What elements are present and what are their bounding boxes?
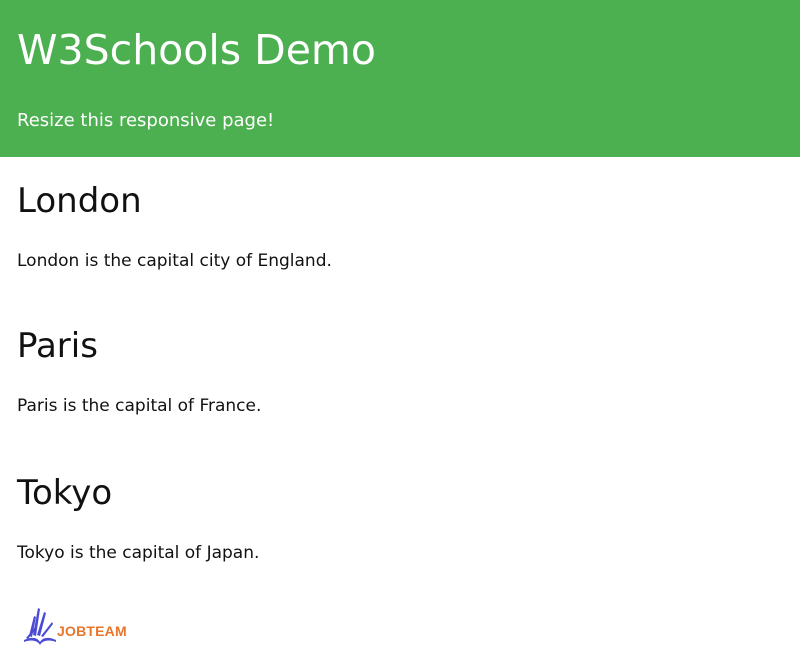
section-heading: Paris (17, 326, 98, 366)
section-text: London is the capital city of England. (17, 251, 332, 271)
section-london: London London is the capital city of Eng… (17, 179, 777, 271)
page-subtitle: Resize this responsive page! (17, 110, 275, 131)
section-tokyo: Tokyo Tokyo is the capital of Japan. (17, 471, 777, 563)
section-text: Tokyo is the capital of Japan. (17, 543, 260, 563)
page-header: W3Schools Demo Resize this responsive pa… (0, 0, 800, 157)
section-text: Paris is the capital of France. (17, 396, 262, 416)
book-logo-icon (24, 608, 56, 645)
watermark-text: JOBTEAM (57, 623, 127, 639)
page-title: W3Schools Demo (17, 26, 376, 74)
section-paris: Paris Paris is the capital of France. (17, 324, 777, 416)
section-heading: London (17, 181, 142, 221)
section-heading: Tokyo (17, 473, 113, 513)
jobteam-watermark: JOBTEAM (22, 602, 152, 646)
